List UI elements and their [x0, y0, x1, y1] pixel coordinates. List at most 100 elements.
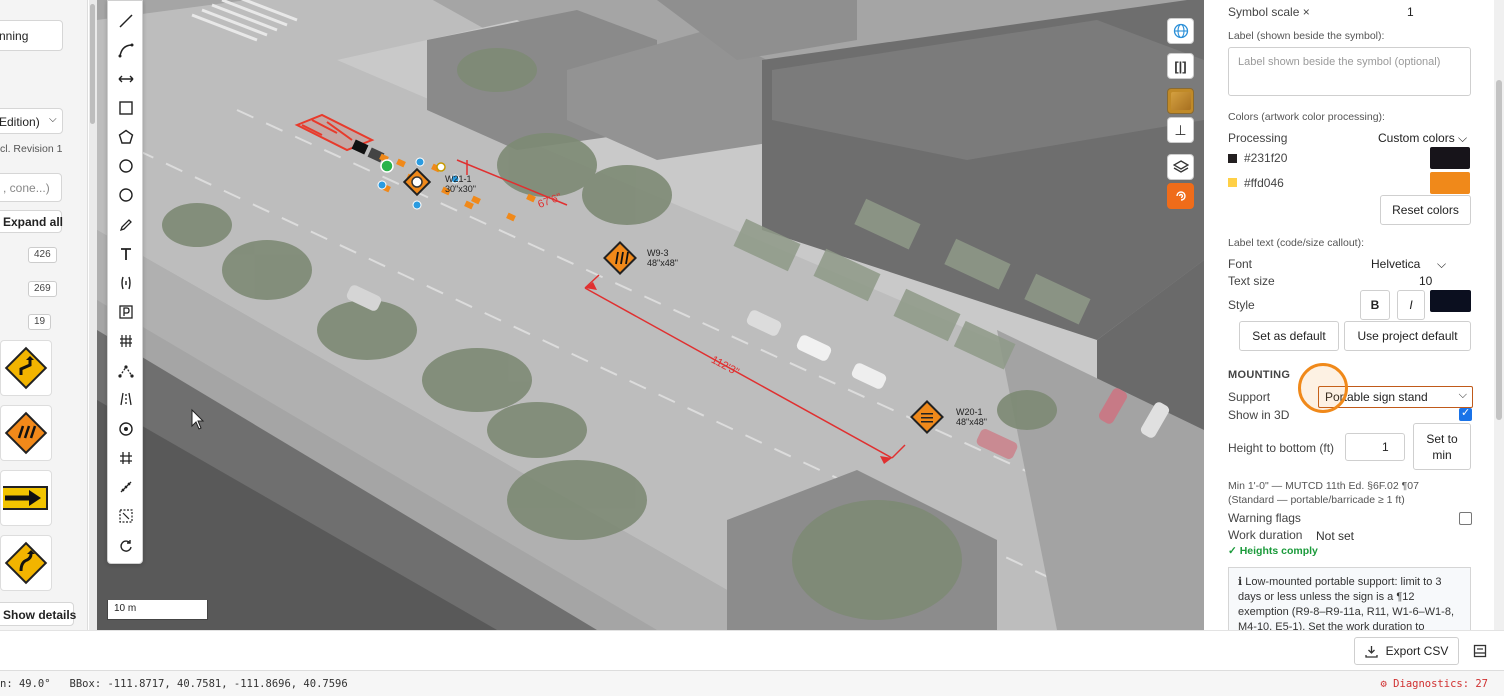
location-button[interactable]	[1167, 183, 1194, 209]
edition-select[interactable]: Edition) ⌵	[0, 108, 63, 134]
planning-button[interactable]: nning	[0, 20, 63, 51]
text-size-value[interactable]: 10	[1419, 274, 1432, 288]
reset-colors-button[interactable]: Reset colors	[1380, 195, 1471, 225]
label-color-swatch[interactable]	[1430, 290, 1471, 312]
sign-card-arrow[interactable]	[0, 470, 52, 526]
rectangle-tool[interactable]	[114, 96, 138, 120]
lane-tool[interactable]	[114, 387, 138, 411]
pegman-button[interactable]: ⊥	[1167, 117, 1194, 143]
warning-flags-checkbox[interactable]	[1459, 512, 1472, 525]
ruler-tool[interactable]	[114, 475, 138, 499]
chevron-down-icon: ⌵	[1458, 389, 1467, 401]
warning-flags-label: Warning flags	[1228, 511, 1301, 525]
callout-tool[interactable]	[114, 271, 138, 295]
symbol-scale-value[interactable]: 1	[1407, 5, 1414, 19]
work-duration-value[interactable]: Not set	[1316, 529, 1354, 543]
line-icon	[119, 14, 133, 28]
expand-all-button[interactable]: Expand all	[0, 210, 63, 233]
turn-sign-icon	[4, 346, 48, 390]
use-project-default-label: Use project default	[1357, 329, 1458, 343]
label-placeholder: Label shown beside the symbol (optional)	[1238, 56, 1441, 68]
selection-box-icon	[119, 509, 133, 523]
curve-tool[interactable]	[114, 38, 138, 62]
support-label: Support	[1228, 390, 1271, 404]
text-tool[interactable]	[114, 242, 138, 266]
sign-card-turn[interactable]	[0, 340, 52, 396]
right-scrollbar[interactable]	[1494, 0, 1504, 630]
show-details-button[interactable]: Show details	[0, 602, 76, 626]
bold-label: B	[1370, 298, 1380, 312]
info-callout: ℹ Low-mounted portable support: limit to…	[1228, 567, 1471, 630]
status-coordinates: n: 49.0° BBox: -111.8717, 40.7581, -111.…	[0, 678, 348, 690]
font-select[interactable]: Helvetica ⌵	[1371, 257, 1446, 272]
use-project-default-button[interactable]: Use project default	[1344, 321, 1471, 351]
target-tool[interactable]	[114, 417, 138, 441]
pencil-tool[interactable]	[114, 213, 138, 237]
map-view[interactable]: 67'6" 112'3" W21-1 30"x30" W9-3 48"x48" …	[97, 0, 1204, 630]
scrollbar-thumb[interactable]	[90, 4, 95, 124]
satellite-thumbnail-icon	[1170, 92, 1191, 110]
click-indicator	[1298, 363, 1348, 413]
aerial-3d-scene: 67'6" 112'3" W21-1 30"x30" W9-3 48"x48" …	[97, 0, 1204, 630]
processing-select[interactable]: Custom colors ⌵	[1378, 131, 1467, 146]
color-2-swatch	[1228, 178, 1237, 187]
ellipse-tool[interactable]	[114, 183, 138, 207]
globe-button[interactable]	[1167, 18, 1194, 44]
scrollbar-thumb[interactable]	[1496, 80, 1502, 420]
parking-tool[interactable]	[114, 300, 138, 324]
panel-toggle-button[interactable]	[1470, 641, 1490, 661]
italic-button[interactable]: I	[1397, 290, 1425, 320]
frame-button[interactable]: [|]	[1167, 53, 1194, 79]
color-2-hex: #ffd046	[1244, 176, 1284, 190]
sign-code-label: W20-1	[956, 407, 983, 417]
set-as-default-label: Set as default	[1252, 329, 1326, 343]
text-size-label: Text size	[1228, 274, 1275, 288]
path-nodes-icon	[118, 365, 134, 378]
curve-sign-icon	[4, 541, 48, 585]
symbol-scale-label: Symbol scale ×	[1228, 5, 1310, 19]
measure-tool[interactable]	[114, 67, 138, 91]
bold-button[interactable]: B	[1360, 290, 1390, 320]
color-2-replacement[interactable]	[1430, 172, 1470, 194]
bottom-action-bar: Export CSV	[0, 630, 1504, 670]
status-bar: n: 49.0° BBox: -111.8717, 40.7581, -111.…	[0, 670, 1504, 696]
hatch-icon	[120, 335, 132, 347]
height-value: 1	[1382, 440, 1389, 454]
rectangle-icon	[119, 101, 133, 115]
sign-code-label: W9-3	[647, 248, 669, 258]
search-input[interactable]: , cone...)	[0, 173, 62, 202]
set-to-min-label: Set to min	[1426, 431, 1458, 462]
diagnostics-link[interactable]: ⚙ Diagnostics: 27	[1381, 678, 1488, 690]
export-csv-button[interactable]: Export CSV	[1354, 637, 1459, 665]
grid-tool[interactable]	[114, 446, 138, 470]
set-as-default-button[interactable]: Set as default	[1239, 321, 1339, 351]
polygon-tool[interactable]	[114, 125, 138, 149]
show-3d-label: Show in 3D	[1228, 408, 1290, 422]
style-label: Style	[1228, 298, 1255, 312]
line-tool[interactable]	[114, 9, 138, 33]
download-icon	[1364, 645, 1378, 658]
basemap-thumbnail[interactable]	[1167, 88, 1194, 114]
person-icon: ⊥	[1174, 121, 1187, 138]
min-height-note: Min 1'-0" — MUTCD 11th Ed. §6F.02 ¶07	[1228, 480, 1419, 492]
check-icon: ✓	[1461, 407, 1471, 419]
circle-tool[interactable]	[114, 154, 138, 178]
sign-card-curve[interactable]	[0, 535, 52, 591]
height-label: Height to bottom (ft)	[1228, 441, 1335, 455]
label-textarea[interactable]: Label shown beside the symbol (optional)	[1228, 47, 1471, 96]
select-area-tool[interactable]	[114, 504, 138, 528]
layers-button[interactable]	[1167, 154, 1194, 180]
sign-card-workers[interactable]	[0, 405, 52, 461]
show-3d-checkbox[interactable]: ✓	[1459, 407, 1472, 421]
left-scrollbar[interactable]	[89, 0, 97, 630]
rotate-tool[interactable]	[114, 534, 138, 558]
color-1-replacement[interactable]	[1430, 147, 1470, 169]
height-input[interactable]: 1	[1345, 433, 1405, 461]
colors-heading: Colors (artwork color processing):	[1228, 111, 1385, 123]
circle-outline-icon	[119, 188, 133, 202]
sign-size-label: 30"x30"	[445, 184, 476, 194]
crosswalk-tool[interactable]	[114, 329, 138, 353]
category-count: 426	[28, 247, 57, 263]
path-tool[interactable]	[114, 359, 138, 383]
set-to-min-button[interactable]: Set to min	[1413, 423, 1471, 470]
